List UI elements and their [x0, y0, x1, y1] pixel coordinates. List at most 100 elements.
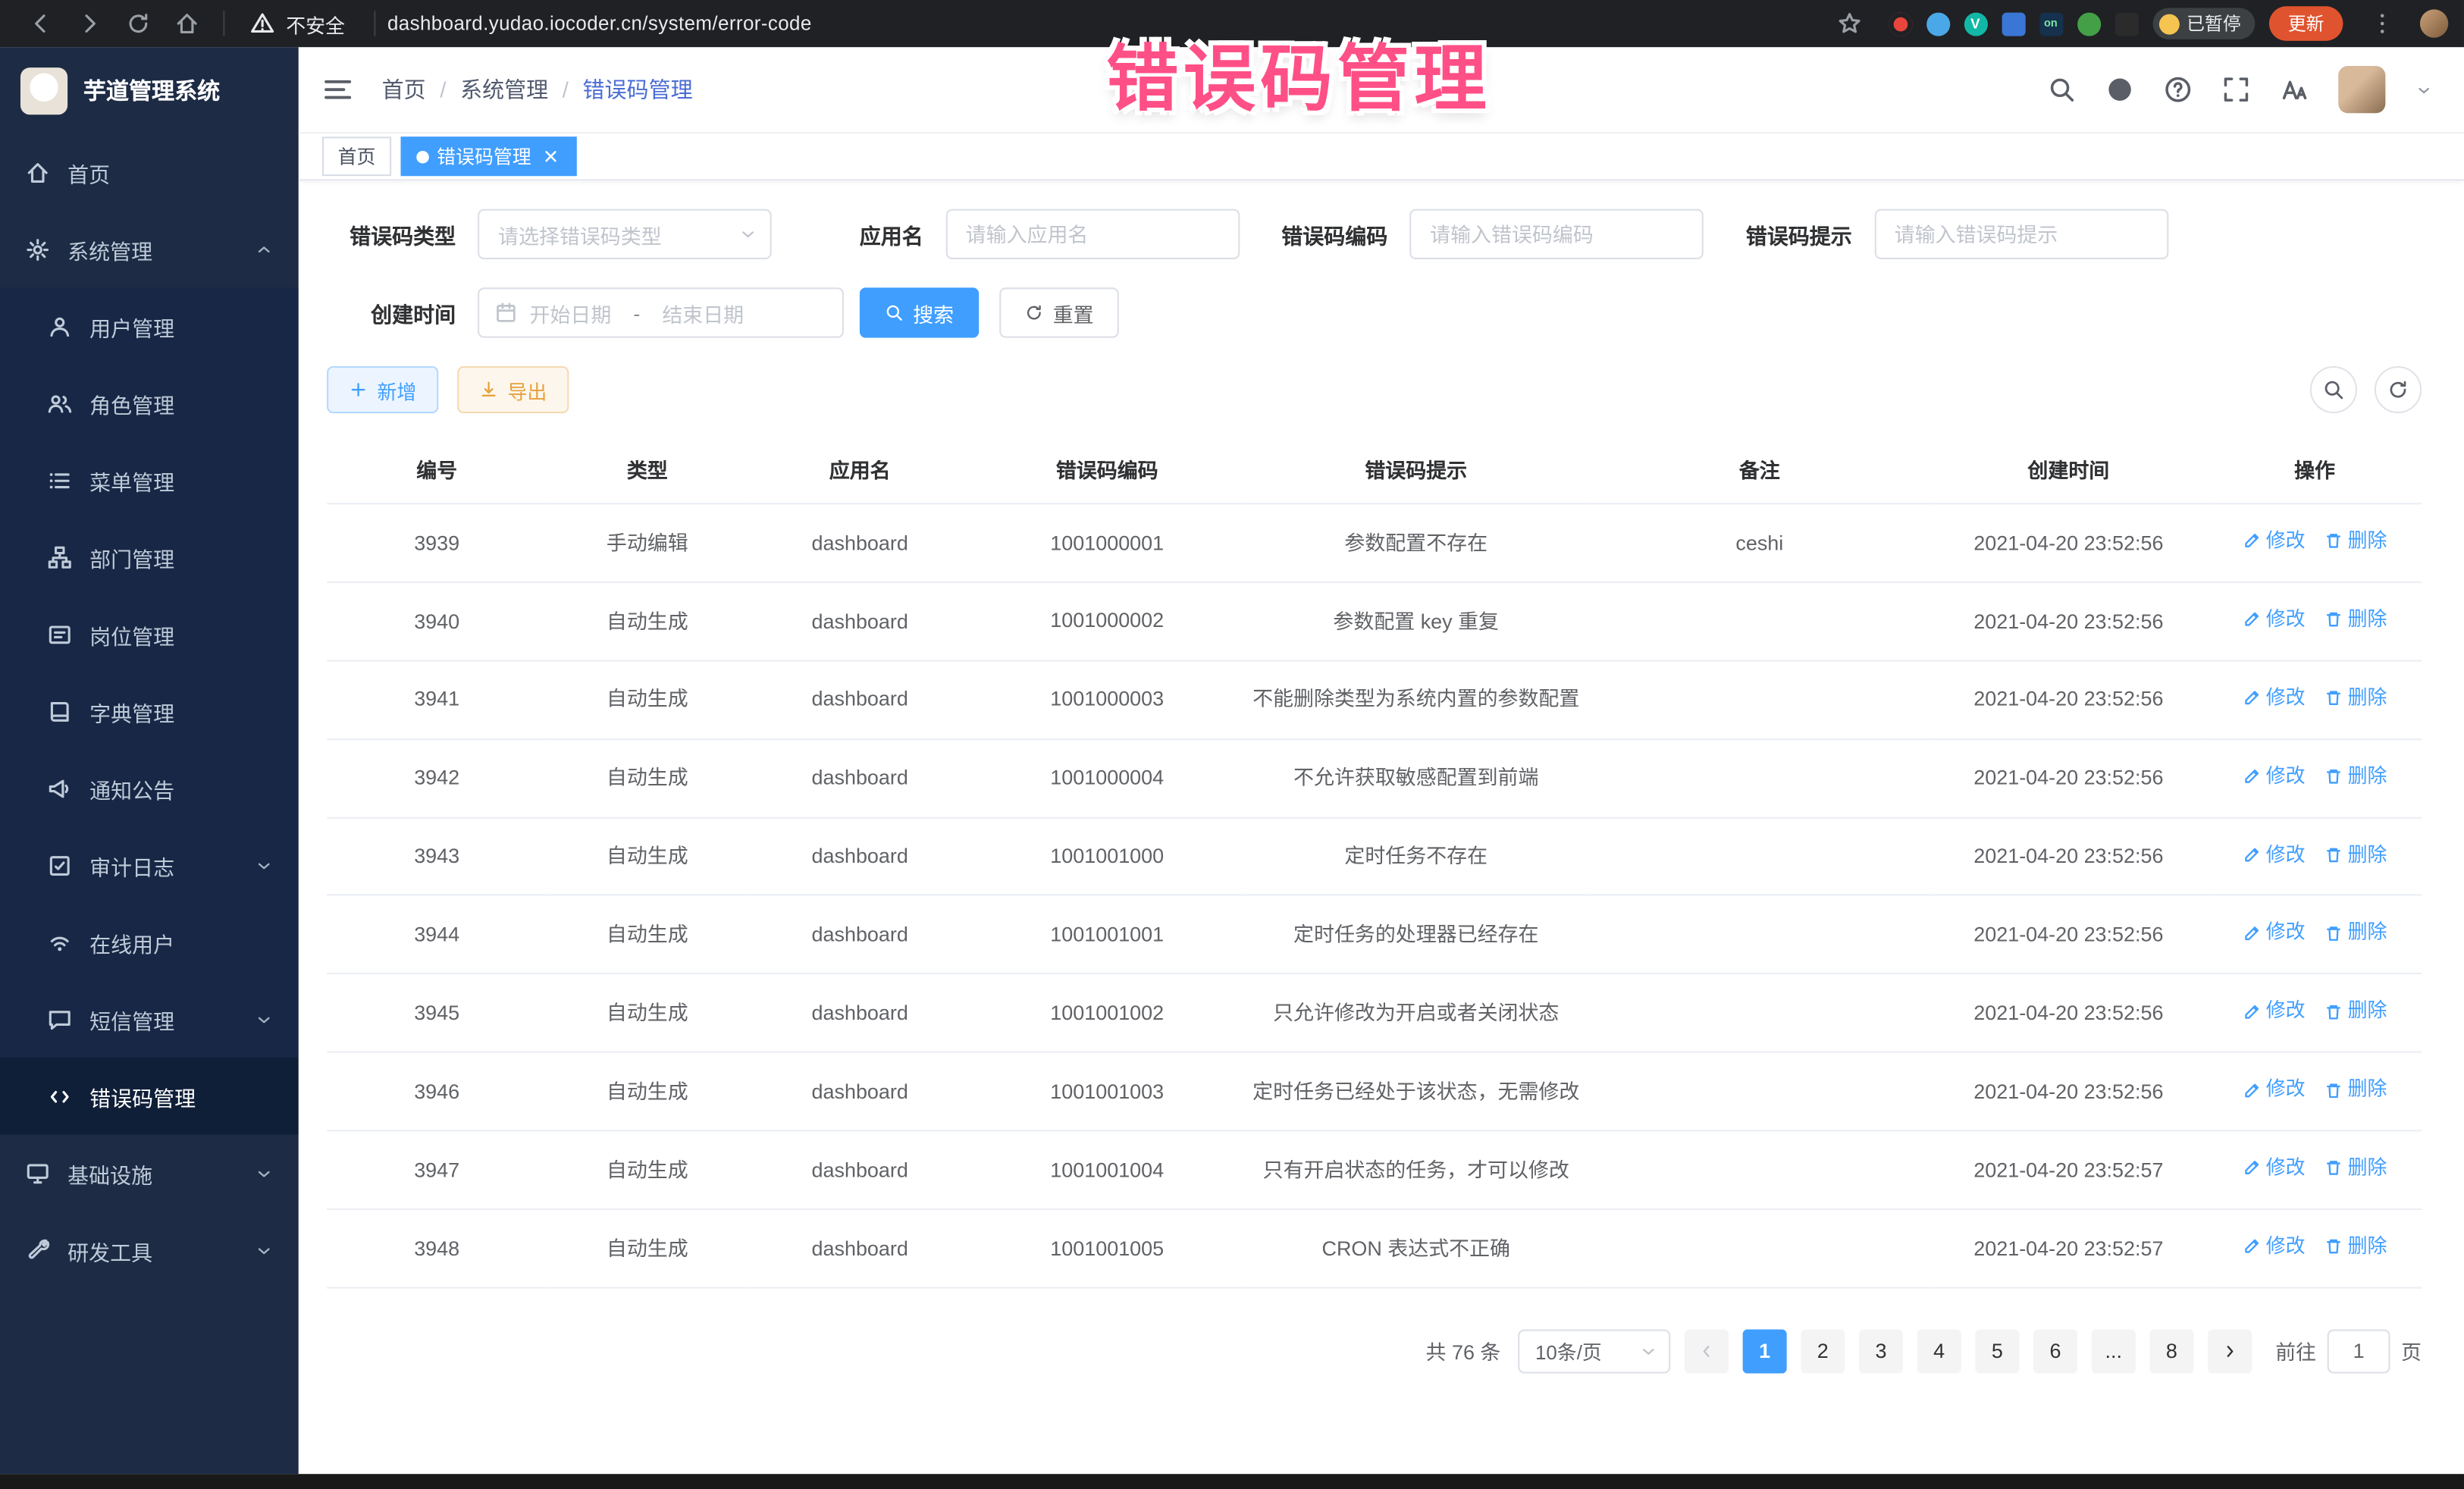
help-icon[interactable] [2164, 75, 2192, 103]
font-size-icon[interactable] [2280, 75, 2308, 103]
reload-icon[interactable] [124, 10, 151, 36]
sidebar-item[interactable]: 错误码管理 [0, 1058, 299, 1135]
fullscreen-icon[interactable] [2222, 75, 2250, 103]
extension-record-icon[interactable] [1888, 12, 1911, 36]
delete-link[interactable]: 删除 [2324, 1153, 2387, 1183]
page-size-select[interactable]: 10条/页 [1518, 1329, 1670, 1373]
error-hint-input[interactable] [1874, 209, 2168, 259]
edit-link[interactable]: 修改 [2243, 1075, 2306, 1105]
edit-link[interactable]: 修改 [2243, 605, 2306, 635]
sidebar-item[interactable]: 角色管理 [0, 365, 299, 442]
paused-badge[interactable]: 已暂停 [2152, 8, 2256, 39]
app-name-input[interactable] [945, 209, 1240, 259]
sidebar-item[interactable]: 首页 [0, 133, 299, 211]
edit-link[interactable]: 修改 [2243, 761, 2306, 791]
pagination-page[interactable]: 6 [2033, 1329, 2077, 1373]
edit-link[interactable]: 修改 [2243, 918, 2306, 948]
edit-link[interactable]: 修改 [2243, 997, 2306, 1027]
error-type-select[interactable]: 请选择错误码类型 [478, 209, 772, 259]
sidebar-logo-row[interactable]: 芋道管理系统 [0, 47, 299, 133]
cell-hint: 不能删除类型为系统内置的参数配置 [1242, 660, 1590, 738]
pagination-page[interactable]: 8 [2149, 1329, 2193, 1373]
browser-home-icon[interactable] [173, 10, 199, 36]
pagination-prev-button[interactable] [1685, 1329, 1729, 1373]
bookmark-star-icon[interactable] [1836, 10, 1863, 36]
edit-link[interactable]: 修改 [2243, 526, 2306, 556]
extension-on-icon[interactable]: on [2039, 12, 2062, 36]
edit-link[interactable]: 修改 [2243, 683, 2306, 713]
view-tab-label: 首页 [338, 143, 376, 170]
delete-link[interactable]: 删除 [2324, 761, 2387, 791]
delete-link[interactable]: 删除 [2324, 918, 2387, 948]
cell-app: dashboard [748, 895, 972, 973]
back-icon[interactable] [27, 10, 53, 36]
edit-link[interactable]: 修改 [2243, 1232, 2306, 1262]
browser-update-button[interactable]: 更新 [2269, 6, 2343, 41]
pagination-page[interactable]: 3 [1859, 1329, 1903, 1373]
sidebar-item[interactable]: 短信管理 [0, 980, 299, 1058]
delete-link[interactable]: 删除 [2324, 683, 2387, 713]
delete-link[interactable]: 删除 [2324, 997, 2387, 1027]
pagination-page[interactable]: 2 [1801, 1329, 1845, 1373]
breadcrumb-item[interactable]: 错误码管理 [583, 74, 693, 105]
sidebar-item[interactable]: 部门管理 [0, 519, 299, 596]
pagination-page[interactable]: 1 [1743, 1329, 1787, 1373]
security-label[interactable]: 不安全 [286, 8, 345, 38]
view-tab[interactable]: 首页 [322, 136, 391, 176]
add-button[interactable]: 新增 [327, 366, 438, 413]
extension-check-icon[interactable]: V [1964, 12, 1987, 36]
address-url[interactable]: dashboard.yudao.iocoder.cn/system/error-… [387, 13, 1810, 35]
search-icon[interactable] [2048, 75, 2076, 103]
pagination-ellipsis[interactable]: ... [2092, 1329, 2136, 1373]
close-icon[interactable] [541, 146, 561, 167]
pagination-page[interactable]: 5 [1975, 1329, 2019, 1373]
pagination-page[interactable]: 4 [1917, 1329, 1961, 1373]
sidebar-item[interactable]: 字典管理 [0, 672, 299, 750]
forward-icon[interactable] [75, 10, 102, 36]
search-button[interactable]: 搜索 [860, 287, 980, 337]
table-row: 3942自动生成dashboard1001000004不允许获取敏感配置到前端2… [327, 738, 2422, 817]
reset-button[interactable]: 重置 [999, 287, 1119, 337]
security-warning-icon[interactable] [248, 10, 274, 36]
delete-link[interactable]: 删除 [2324, 840, 2387, 870]
export-button[interactable]: 导出 [457, 366, 569, 413]
extension-bars-icon[interactable] [2002, 12, 2025, 36]
create-time-range-picker[interactable]: 开始日期 - 结束日期 [478, 287, 844, 337]
edit-link[interactable]: 修改 [2243, 840, 2306, 870]
delete-link[interactable]: 删除 [2324, 526, 2387, 556]
sidebar-item[interactable]: 在线用户 [0, 904, 299, 981]
breadcrumb-item[interactable]: 系统管理 [460, 74, 548, 105]
cell-code: 1001001005 [972, 1209, 1242, 1287]
delete-link[interactable]: 删除 [2324, 1232, 2387, 1262]
delete-link[interactable]: 删除 [2324, 1075, 2387, 1105]
pagination-next-button[interactable] [2208, 1329, 2252, 1373]
sidebar-item[interactable]: 通知公告 [0, 750, 299, 827]
view-tab[interactable]: 错误码管理 [401, 136, 577, 176]
cell-actions: 修改删除 [2208, 660, 2422, 738]
sidebar-item[interactable]: 基础设施 [0, 1134, 299, 1212]
github-icon[interactable] [2105, 75, 2133, 103]
edit-link[interactable]: 修改 [2243, 1153, 2306, 1183]
chrome-profile-avatar[interactable] [2420, 9, 2448, 37]
sidebar-item[interactable]: 系统管理 [0, 211, 299, 288]
user-avatar[interactable] [2338, 66, 2385, 113]
sidebar-item[interactable]: 岗位管理 [0, 596, 299, 673]
refresh-table-button[interactable] [2375, 366, 2422, 413]
goto-page-input[interactable] [2328, 1329, 2390, 1373]
breadcrumb-item[interactable]: 首页 [382, 74, 426, 105]
sidebar-item[interactable]: 菜单管理 [0, 441, 299, 519]
collapse-menu-icon[interactable] [322, 74, 353, 105]
sidebar-item[interactable]: 研发工具 [0, 1212, 299, 1289]
toggle-search-button[interactable] [2310, 366, 2357, 413]
cell-type: 自动生成 [547, 817, 748, 895]
kebab-menu-icon[interactable] [2368, 10, 2395, 36]
sidebar-item[interactable]: 用户管理 [0, 287, 299, 365]
sidebar-item[interactable]: 审计日志 [0, 826, 299, 904]
extension-drop-icon[interactable] [1926, 12, 1949, 36]
extension-green-icon[interactable] [2077, 12, 2100, 36]
chevron-down-icon[interactable] [2415, 81, 2433, 99]
delete-link[interactable]: 删除 [2324, 605, 2387, 635]
extension-fork-icon[interactable] [2114, 12, 2138, 36]
user-icon [47, 314, 72, 339]
error-code-input[interactable] [1409, 209, 1704, 259]
